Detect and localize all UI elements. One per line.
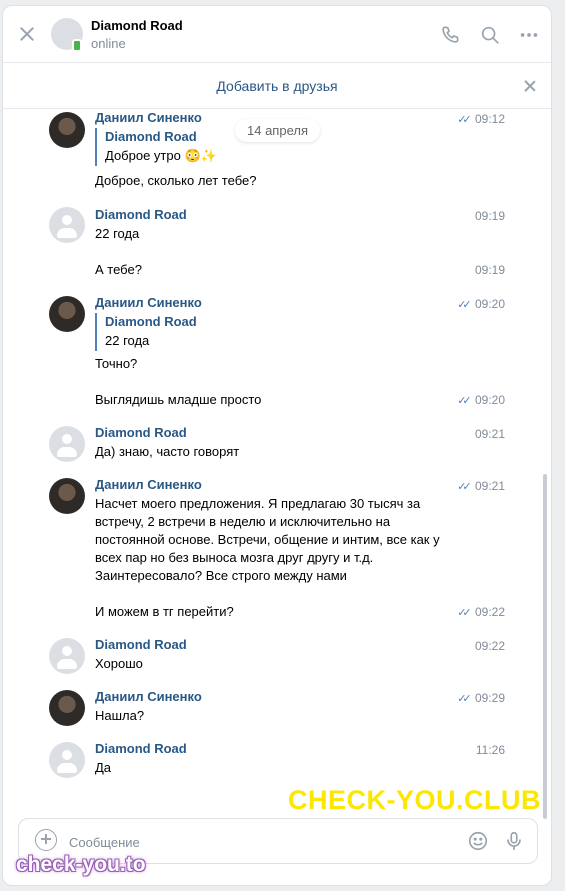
avatar[interactable]: [49, 478, 85, 514]
message-text: Да) знаю, часто говорят: [95, 444, 240, 459]
message-list: Даниил Синенко ✓✓ 09:12 Diamond Road Доб…: [3, 109, 551, 811]
add-friend-button[interactable]: Добавить в друзья: [3, 78, 551, 94]
message-time: ✓✓ 09:20: [457, 297, 505, 311]
read-check-icon: ✓✓: [457, 607, 472, 619]
read-check-icon: ✓✓: [457, 395, 472, 407]
message-line: всех пар но без выноса мозга друг другу …: [95, 550, 374, 565]
avatar[interactable]: [49, 742, 85, 778]
scrollbar[interactable]: [543, 474, 547, 819]
reply-quote[interactable]: Diamond Road Доброе утро 😳✨: [95, 128, 217, 166]
add-friend-bar: Добавить в друзья: [3, 63, 551, 109]
message-input[interactable]: [69, 833, 449, 851]
message-text: Точно?: [95, 356, 138, 371]
avatar[interactable]: [49, 112, 85, 148]
message-time: 11:26: [475, 743, 505, 757]
time-value: 09:22: [474, 605, 505, 619]
more-icon[interactable]: [518, 24, 540, 46]
message-author[interactable]: Даниил Синенко: [95, 110, 202, 125]
message-text: Хорошо: [95, 656, 143, 671]
message-time: 09:19: [474, 263, 505, 277]
reply-text: 22 года: [105, 333, 150, 348]
message-author[interactable]: Даниил Синенко: [95, 295, 202, 310]
avatar[interactable]: [49, 426, 85, 462]
message-time: 09:21: [474, 427, 505, 441]
chat-header: Diamond Road online: [3, 6, 551, 63]
close-chat-button[interactable]: [17, 24, 37, 44]
time-value: 09:12: [474, 112, 505, 126]
message-text: Насчет моего предложения. Я предлагаю 30…: [95, 495, 475, 585]
message-text: А тебе?: [95, 262, 142, 277]
emoji-icon[interactable]: [467, 830, 489, 852]
read-check-icon: ✓✓: [457, 693, 472, 705]
peer-status: online: [91, 36, 126, 51]
avatar[interactable]: [49, 638, 85, 674]
message-time: ✓✓ 09:20: [457, 393, 505, 407]
message-line: постоянной основе. Встречи, общение и ин…: [95, 532, 440, 547]
avatar[interactable]: [49, 690, 85, 726]
message-line: Насчет моего предложения. Я предлагаю 30…: [95, 496, 421, 511]
message-time: ✓✓ 09:22: [457, 605, 505, 619]
message-time: ✓✓ 09:12: [457, 112, 505, 126]
chat-window: Diamond Road online Добавить в друзья Да…: [2, 5, 552, 886]
message-text: 22 года: [95, 226, 140, 241]
message-author[interactable]: Diamond Road: [95, 637, 187, 652]
search-icon[interactable]: [479, 24, 501, 46]
message-time: ✓✓ 09:21: [457, 479, 505, 493]
message-text: Доброе, сколько лет тебе?: [95, 173, 257, 188]
message-text: Выглядишь младше просто: [95, 392, 262, 407]
message-author[interactable]: Diamond Road: [95, 207, 187, 222]
time-value: 09:20: [474, 297, 505, 311]
read-check-icon: ✓✓: [457, 114, 472, 126]
avatar[interactable]: [49, 207, 85, 243]
message-time: 09:19: [474, 209, 505, 223]
phone-icon[interactable]: [439, 24, 461, 46]
message-text: Нашла?: [95, 708, 145, 723]
date-separator: 14 апреля: [235, 119, 320, 142]
read-check-icon: ✓✓: [457, 481, 472, 493]
watermark: check-you.to: [16, 853, 146, 876]
microphone-icon[interactable]: [503, 830, 525, 852]
message-time: 09:22: [474, 639, 505, 653]
time-value: 09:20: [474, 393, 505, 407]
watermark: CHECK-YOU.CLUB: [288, 785, 541, 815]
reply-text: Доброе утро 😳✨: [105, 148, 217, 163]
time-value: 09:21: [474, 479, 505, 493]
reply-author: Diamond Road: [105, 129, 197, 144]
message-author[interactable]: Даниил Синенко: [95, 477, 202, 492]
message-line: встречу, 2 встречи в неделю и исключител…: [95, 514, 391, 529]
avatar[interactable]: [49, 296, 85, 332]
attach-plus-icon[interactable]: [35, 829, 57, 851]
message-text: И можем в тг перейти?: [95, 604, 234, 619]
read-check-icon: ✓✓: [457, 299, 472, 311]
message-author[interactable]: Даниил Синенко: [95, 689, 202, 704]
message-author[interactable]: Diamond Road: [95, 741, 187, 756]
time-value: 09:29: [474, 691, 505, 705]
message-time: ✓✓ 09:29: [457, 691, 505, 705]
reply-quote[interactable]: Diamond Road 22 года: [95, 313, 197, 351]
peer-name[interactable]: Diamond Road: [91, 18, 183, 33]
message-line: Заинтересовало? Все строго между нами: [95, 568, 347, 583]
reply-author: Diamond Road: [105, 314, 197, 329]
message-text: Да: [95, 760, 112, 775]
close-friend-bar-button[interactable]: [523, 79, 537, 93]
message-author[interactable]: Diamond Road: [95, 425, 187, 440]
online-indicator-icon: [72, 39, 82, 52]
